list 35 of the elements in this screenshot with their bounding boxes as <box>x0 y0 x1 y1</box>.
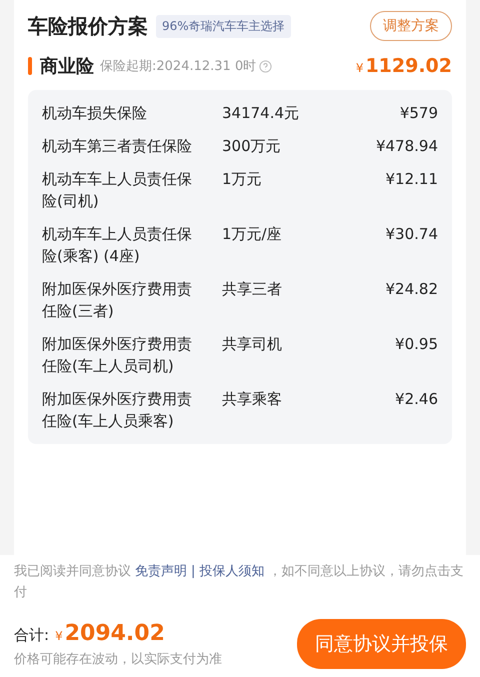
coverage-amount: 共享司机 <box>222 334 283 355</box>
total-price: ¥2094.02 <box>55 620 165 646</box>
coverage-amount: 1万元/座 <box>222 224 283 245</box>
coverage-name: 机动车损失保险 <box>42 103 148 124</box>
coverage-price: ¥30.74 <box>386 224 438 245</box>
disclaimer-link[interactable]: 免责声明 <box>135 564 187 579</box>
coverage-name: 机动车第三者责任保险 <box>42 136 193 157</box>
coverage-price: ¥0.95 <box>395 334 438 355</box>
start-date: 保险起期:2024.12.31 0时 <box>100 58 256 75</box>
coverage-name: 附加医保外医疗费用责任险(车上人员司机) <box>42 334 193 377</box>
coverage-name: 附加医保外医疗费用责任险(三者) <box>42 279 193 322</box>
help-icon[interactable] <box>259 60 272 72</box>
section-price: ¥1129.02 <box>356 55 452 77</box>
link-separator: | <box>191 564 196 579</box>
policyholder-notice-link[interactable]: 投保人须知 <box>199 564 264 579</box>
coverage-amount: 共享乘客 <box>222 389 283 410</box>
coverage-amount: 34174.4元 <box>222 103 300 124</box>
coverage-name: 机动车车上人员责任保险(乘客) (4座) <box>42 224 193 267</box>
coverage-name: 机动车车上人员责任保险(司机) <box>42 169 193 212</box>
page-title: 车险报价方案 <box>28 12 148 40</box>
agreement-text: 我已阅读并同意协议 免责声明 | 投保人须知 ，如不同意以上协议，请勿点击支付 <box>14 563 464 602</box>
section-marker <box>28 57 32 75</box>
price-note: 价格可能存在波动，以实际支付为准 <box>14 650 222 668</box>
section-title: 商业险 <box>40 55 94 78</box>
popularity-badge: 96%奇瑞汽车车主选择 <box>156 14 291 38</box>
total-label: 合计: <box>14 626 50 644</box>
coverage-amount: 共享三者 <box>222 279 283 300</box>
coverage-amount: 1万元 <box>222 169 263 190</box>
coverage-amount: 300万元 <box>222 136 282 157</box>
coverage-price: ¥579 <box>400 103 438 124</box>
coverage-price: ¥478.94 <box>376 136 438 157</box>
coverage-price: ¥24.82 <box>386 279 438 300</box>
coverage-price: ¥12.11 <box>386 169 438 190</box>
coverage-price: ¥2.46 <box>395 389 438 410</box>
coverage-name: 附加医保外医疗费用责任险(车上人员乘客) <box>42 389 193 432</box>
